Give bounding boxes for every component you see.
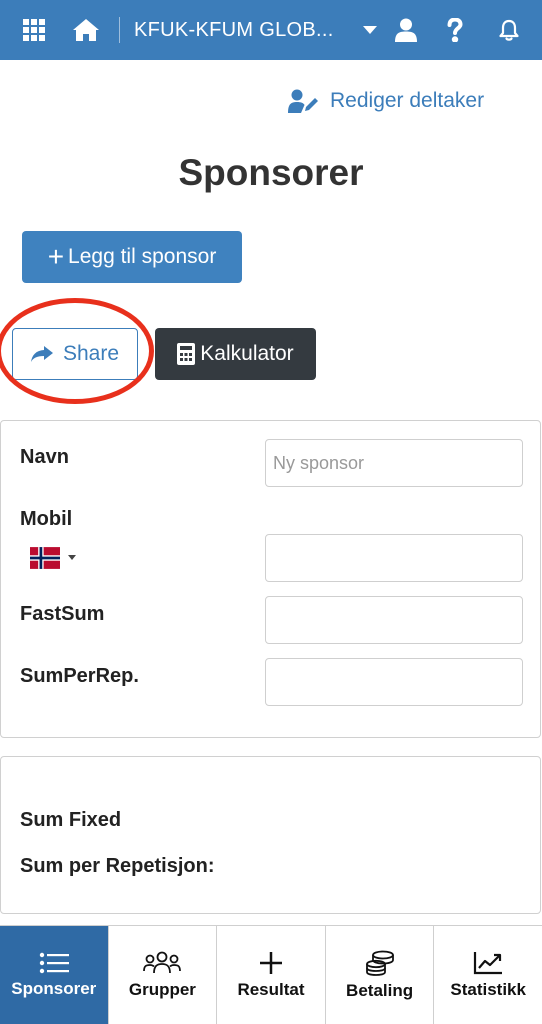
mobile-input[interactable]: [265, 534, 523, 582]
nav-sponsorer[interactable]: Sponsorer: [0, 926, 108, 1024]
share-highlight-circle: [0, 298, 154, 404]
calculator-label: Kalkulator: [200, 342, 294, 365]
plus-icon: [259, 951, 282, 974]
help-icon[interactable]: [443, 0, 467, 60]
plus-icon: +: [47, 241, 65, 272]
country-dropdown-caret-icon[interactable]: [68, 555, 76, 560]
users-icon: [143, 951, 182, 973]
mobile-label: Mobil: [20, 508, 73, 530]
sum-per-rep-input[interactable]: [265, 658, 523, 706]
add-sponsor-label: Legg til sponsor: [68, 245, 217, 268]
nav-betaling[interactable]: Betaling: [324, 926, 434, 1024]
nav-grupper-label: Grupper: [128, 979, 196, 999]
calculator-button[interactable]: Kalkulator: [155, 328, 316, 380]
grid-icon[interactable]: [20, 0, 48, 60]
sponsor-name-input[interactable]: [265, 439, 523, 487]
nav-grupper[interactable]: Grupper: [107, 926, 217, 1024]
nav-sponsorer-label: Sponsorer: [11, 978, 97, 998]
calculator-icon: [177, 343, 196, 365]
sum-per-rep-label: SumPerRep.: [20, 665, 139, 687]
edit-participant-label: Rediger deltaker: [330, 89, 485, 112]
edit-participant-link[interactable]: Rediger deltaker: [288, 86, 484, 116]
list-icon: [39, 952, 69, 973]
nav-betaling-label: Betaling: [346, 980, 414, 1000]
sum-fixed-label: Sum Fixed: [20, 809, 122, 831]
bell-icon[interactable]: [497, 0, 521, 60]
nav-resultat-label: Resultat: [237, 979, 305, 999]
user-edit-icon: [288, 89, 318, 113]
sum-per-repetition-label: Sum per Repetisjon:: [20, 855, 215, 877]
name-label: Navn: [20, 446, 69, 468]
summary-card: [0, 756, 541, 914]
fixed-sum-label: FastSum: [20, 603, 105, 625]
coins-icon: [365, 950, 394, 976]
bottom-nav: Sponsorer Grupper Resultat Betaling Stat…: [0, 925, 542, 1024]
nav-statistikk-label: Statistikk: [450, 979, 526, 999]
nav-statistikk[interactable]: Statistikk: [433, 926, 542, 1024]
page-title: Sponsorer: [178, 152, 364, 193]
fixed-sum-input[interactable]: [265, 596, 523, 644]
nav-resultat[interactable]: Resultat: [216, 926, 325, 1024]
chevron-down-icon[interactable]: [360, 0, 380, 60]
add-sponsor-button[interactable]: + Legg til sponsor: [22, 231, 242, 283]
user-icon[interactable]: [393, 0, 419, 60]
chart-line-icon: [474, 951, 503, 974]
top-navbar: KFUK-KFUM GLOB...: [0, 0, 542, 60]
norway-flag-icon[interactable]: [30, 547, 60, 569]
organization-selector[interactable]: KFUK-KFUM GLOB...: [134, 0, 334, 60]
home-icon[interactable]: [71, 0, 101, 60]
topbar-divider: [119, 17, 120, 43]
